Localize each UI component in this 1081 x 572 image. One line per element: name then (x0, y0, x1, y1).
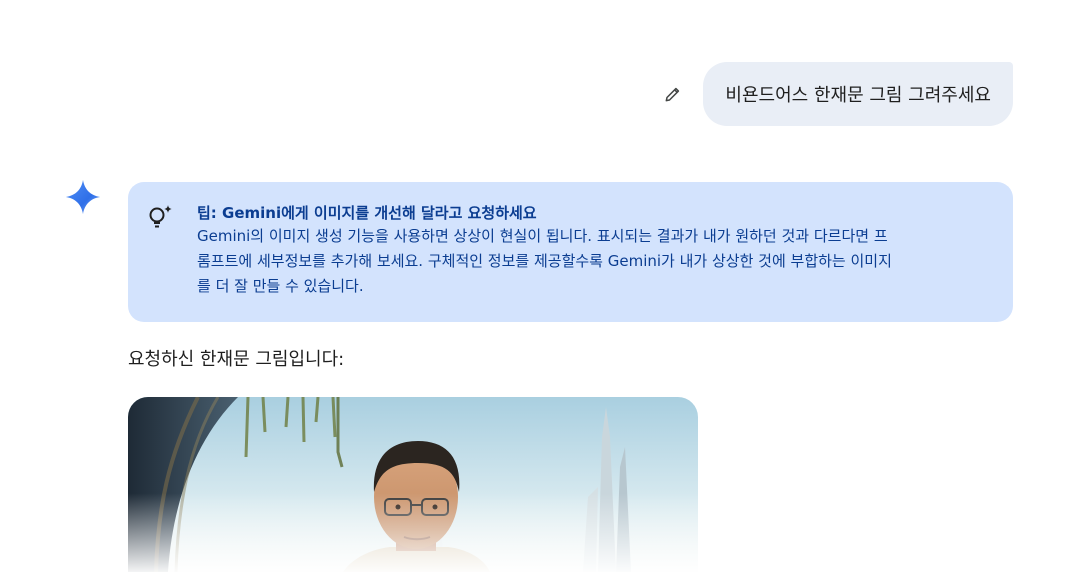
gemini-sparkle-icon (65, 179, 101, 215)
tip-body: Gemini의 이미지 생성 기능을 사용하면 상상이 현실이 됩니다. 표시되… (197, 224, 989, 299)
tip-title: 팁: Gemini에게 이미지를 개선해 달라고 요청하세요 (197, 204, 537, 222)
tip-body-line: 롬프트에 세부정보를 추가해 보세요. 구체적인 정보를 제공할수록 Gemin… (197, 252, 892, 270)
tip-body-line: 를 더 잘 만들 수 있습니다. (197, 277, 364, 295)
generated-image[interactable] (128, 397, 698, 572)
edit-prompt-button[interactable] (653, 74, 693, 114)
tip-card: 팁: Gemini에게 이미지를 개선해 달라고 요청하세요 Gemini의 이… (128, 182, 1013, 322)
tip-body-line: Gemini의 이미지 생성 기능을 사용하면 상상이 현실이 됩니다. 표시되… (197, 227, 888, 245)
user-message-row: 비욘드어스 한재문 그림 그려주세요 (653, 62, 1013, 126)
user-message-bubble: 비욘드어스 한재문 그림 그려주세요 (703, 62, 1013, 126)
lightbulb-sparkle-icon (149, 205, 172, 228)
response-text: 요청하신 한재문 그림입니다: (128, 349, 345, 370)
pencil-icon (666, 87, 680, 102)
